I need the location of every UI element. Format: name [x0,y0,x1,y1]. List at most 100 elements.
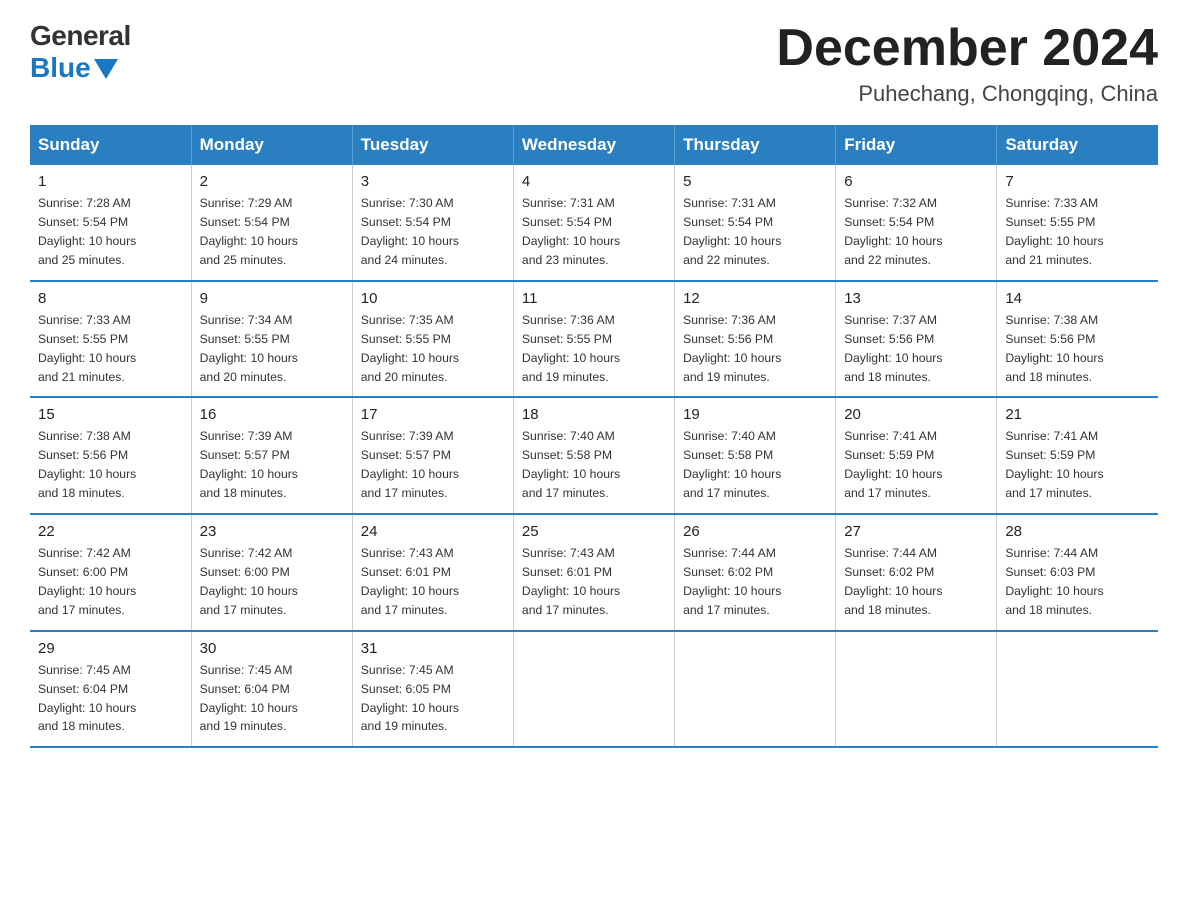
day-info: Sunrise: 7:39 AMSunset: 5:57 PMDaylight:… [200,427,344,503]
day-number: 20 [844,406,988,423]
calendar-day-cell: 8 Sunrise: 7:33 AMSunset: 5:55 PMDaylight… [30,281,191,398]
day-info: Sunrise: 7:28 AMSunset: 5:54 PMDaylight:… [38,194,183,270]
calendar-day-cell: 9Sunrise: 7:34 AMSunset: 5:55 PMDaylight… [191,281,352,398]
day-info: Sunrise: 7:41 AMSunset: 5:59 PMDaylight:… [1005,427,1150,503]
weekday-header-tuesday: Tuesday [352,125,513,165]
day-info: Sunrise: 7:45 AMSunset: 6:04 PMDaylight:… [200,661,344,737]
day-number: 30 [200,640,344,657]
day-number: 17 [361,406,505,423]
day-number: 3 [361,173,505,190]
day-number: 24 [361,523,505,540]
calendar-day-cell: 11 Sunrise: 7:36 AMSunset: 5:55 PMDayligh… [513,281,674,398]
day-number: 28 [1005,523,1150,540]
day-number: 9 [200,290,344,307]
day-info: Sunrise: 7:39 AMSunset: 5:57 PMDaylight:… [361,427,505,503]
day-number: 18 [522,406,666,423]
calendar-day-cell: 31 Sunrise: 7:45 AMSunset: 6:05 PMDayligh… [352,631,513,748]
calendar-day-cell: 23 Sunrise: 7:42 AMSunset: 6:00 PMDayligh… [191,514,352,631]
logo-blue-text: Blue [30,52,118,84]
day-info: Sunrise: 7:37 AMSunset: 5:56 PMDaylight:… [844,311,988,387]
day-number: 15 [38,406,183,423]
calendar-day-cell: 21 Sunrise: 7:41 AMSunset: 5:59 PMDayligh… [997,397,1158,514]
day-number: 21 [1005,406,1150,423]
day-info: Sunrise: 7:40 AMSunset: 5:58 PMDaylight:… [522,427,666,503]
day-info: Sunrise: 7:38 AMSunset: 5:56 PMDaylight:… [1005,311,1150,387]
calendar-day-cell: 28 Sunrise: 7:44 AMSunset: 6:03 PMDayligh… [997,514,1158,631]
calendar-day-cell: 14Sunrise: 7:38 AMSunset: 5:56 PMDayligh… [997,281,1158,398]
calendar-day-cell: 13Sunrise: 7:37 AMSunset: 5:56 PMDayligh… [836,281,997,398]
calendar-day-cell: 24 Sunrise: 7:43 AMSunset: 6:01 PMDayligh… [352,514,513,631]
day-number: 10 [361,290,505,307]
calendar-day-cell: 27Sunrise: 7:44 AMSunset: 6:02 PMDayligh… [836,514,997,631]
calendar-day-cell: 4 Sunrise: 7:31 AMSunset: 5:54 PMDaylight… [513,165,674,281]
day-info: Sunrise: 7:44 AMSunset: 6:03 PMDaylight:… [1005,544,1150,620]
day-info: Sunrise: 7:43 AMSunset: 6:01 PMDaylight:… [361,544,505,620]
day-number: 6 [844,173,988,190]
calendar-week-1: 1 Sunrise: 7:28 AMSunset: 5:54 PMDaylight… [30,165,1158,281]
calendar-week-5: 29 Sunrise: 7:45 AMSunset: 6:04 PMDayligh… [30,631,1158,748]
calendar-day-cell: 15 Sunrise: 7:38 AMSunset: 5:56 PMDayligh… [30,397,191,514]
day-number: 1 [38,173,183,190]
calendar-body: 1 Sunrise: 7:28 AMSunset: 5:54 PMDaylight… [30,165,1158,747]
calendar-day-cell: 29 Sunrise: 7:45 AMSunset: 6:04 PMDayligh… [30,631,191,748]
day-info: Sunrise: 7:29 AMSunset: 5:54 PMDaylight:… [200,194,344,270]
calendar-day-cell: 10 Sunrise: 7:35 AMSunset: 5:55 PMDayligh… [352,281,513,398]
calendar-day-cell [836,631,997,748]
day-number: 4 [522,173,666,190]
calendar-day-cell [513,631,674,748]
weekday-header-thursday: Thursday [675,125,836,165]
day-info: Sunrise: 7:42 AMSunset: 6:00 PMDaylight:… [38,544,183,620]
day-number: 29 [38,640,183,657]
day-info: Sunrise: 7:45 AMSunset: 6:05 PMDaylight:… [361,661,505,737]
day-number: 2 [200,173,344,190]
day-number: 23 [200,523,344,540]
calendar-week-2: 8 Sunrise: 7:33 AMSunset: 5:55 PMDaylight… [30,281,1158,398]
calendar-header: SundayMondayTuesdayWednesdayThursdayFrid… [30,125,1158,165]
day-info: Sunrise: 7:35 AMSunset: 5:55 PMDaylight:… [361,311,505,387]
day-info: Sunrise: 7:32 AMSunset: 5:54 PMDaylight:… [844,194,988,270]
day-number: 11 [522,290,666,307]
day-info: Sunrise: 7:42 AMSunset: 6:00 PMDaylight:… [200,544,344,620]
day-info: Sunrise: 7:40 AMSunset: 5:58 PMDaylight:… [683,427,827,503]
logo: General Blue [30,20,131,84]
calendar-day-cell: 3Sunrise: 7:30 AMSunset: 5:54 PMDaylight… [352,165,513,281]
day-info: Sunrise: 7:31 AMSunset: 5:54 PMDaylight:… [522,194,666,270]
calendar-day-cell: 18 Sunrise: 7:40 AMSunset: 5:58 PMDayligh… [513,397,674,514]
calendar-day-cell: 25Sunrise: 7:43 AMSunset: 6:01 PMDayligh… [513,514,674,631]
day-number: 16 [200,406,344,423]
day-number: 5 [683,173,827,190]
weekday-header-sunday: Sunday [30,125,191,165]
day-info: Sunrise: 7:41 AMSunset: 5:59 PMDaylight:… [844,427,988,503]
weekday-header-row: SundayMondayTuesdayWednesdayThursdayFrid… [30,125,1158,165]
calendar-day-cell [997,631,1158,748]
day-number: 22 [38,523,183,540]
day-info: Sunrise: 7:31 AMSunset: 5:54 PMDaylight:… [683,194,827,270]
day-info: Sunrise: 7:36 AMSunset: 5:55 PMDaylight:… [522,311,666,387]
logo-triangle-icon [94,59,118,79]
weekday-header-wednesday: Wednesday [513,125,674,165]
day-info: Sunrise: 7:38 AMSunset: 5:56 PMDaylight:… [38,427,183,503]
calendar-title: December 2024 [776,20,1158,77]
calendar-day-cell: 12Sunrise: 7:36 AMSunset: 5:56 PMDayligh… [675,281,836,398]
calendar-day-cell: 19Sunrise: 7:40 AMSunset: 5:58 PMDayligh… [675,397,836,514]
calendar-day-cell [675,631,836,748]
calendar-week-3: 15 Sunrise: 7:38 AMSunset: 5:56 PMDayligh… [30,397,1158,514]
title-block: December 2024 Puhechang, Chongqing, Chin… [776,20,1158,107]
calendar-week-4: 22 Sunrise: 7:42 AMSunset: 6:00 PMDayligh… [30,514,1158,631]
calendar-day-cell: 1 Sunrise: 7:28 AMSunset: 5:54 PMDaylight… [30,165,191,281]
day-info: Sunrise: 7:43 AMSunset: 6:01 PMDaylight:… [522,544,666,620]
calendar-day-cell: 22 Sunrise: 7:42 AMSunset: 6:00 PMDayligh… [30,514,191,631]
calendar-table: SundayMondayTuesdayWednesdayThursdayFrid… [30,125,1158,748]
day-info: Sunrise: 7:44 AMSunset: 6:02 PMDaylight:… [844,544,988,620]
calendar-day-cell: 20 Sunrise: 7:41 AMSunset: 5:59 PMDayligh… [836,397,997,514]
day-number: 8 [38,290,183,307]
page-header: General Blue December 2024 Puhechang, Ch… [30,20,1158,107]
day-info: Sunrise: 7:33 AMSunset: 5:55 PMDaylight:… [38,311,183,387]
calendar-day-cell: 30 Sunrise: 7:45 AMSunset: 6:04 PMDayligh… [191,631,352,748]
day-number: 31 [361,640,505,657]
day-info: Sunrise: 7:45 AMSunset: 6:04 PMDaylight:… [38,661,183,737]
logo-general-text: General [30,20,131,52]
calendar-day-cell: 5 Sunrise: 7:31 AMSunset: 5:54 PMDaylight… [675,165,836,281]
calendar-day-cell: 26Sunrise: 7:44 AMSunset: 6:02 PMDayligh… [675,514,836,631]
day-info: Sunrise: 7:36 AMSunset: 5:56 PMDaylight:… [683,311,827,387]
